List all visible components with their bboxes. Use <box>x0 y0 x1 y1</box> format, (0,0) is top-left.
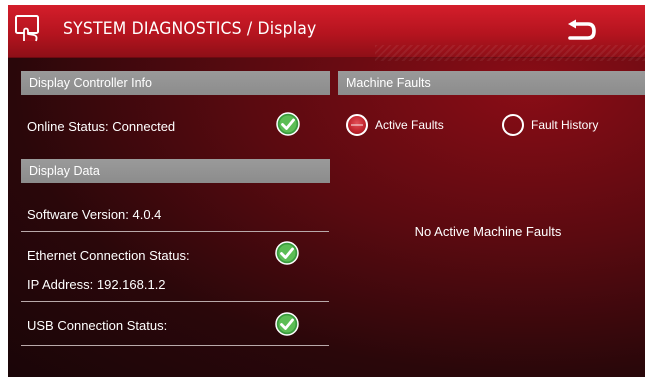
fault-history-radio-icon <box>502 114 524 136</box>
ip-address-label: IP Address: 192.168.1.2 <box>27 277 166 292</box>
header-bar: SYSTEM DIAGNOSTICS / Display <box>8 5 645 61</box>
active-faults-radio-icon <box>346 114 368 136</box>
divider-1 <box>21 231 329 232</box>
controller-info-header: Display Controller Info <box>21 71 330 95</box>
usb-status-label: USB Connection Status: <box>27 318 168 333</box>
divider-3 <box>21 345 329 346</box>
active-faults-label: Active Faults <box>375 118 444 132</box>
software-version-label: Software Version: 4.0.4 <box>27 207 162 222</box>
header-stripes <box>375 45 645 61</box>
return-arrow-icon[interactable] <box>564 19 598 43</box>
no-faults-message: No Active Machine Faults <box>414 224 562 239</box>
online-check-icon <box>276 112 300 136</box>
display-data-header: Display Data <box>21 159 330 183</box>
ethernet-status-label: Ethernet Connection Status: <box>27 248 190 263</box>
active-faults-radio[interactable]: Active Faults <box>346 114 444 136</box>
page-title: SYSTEM DIAGNOSTICS / Display <box>63 19 317 39</box>
ethernet-check-icon <box>275 241 299 265</box>
display-screen: SYSTEM DIAGNOSTICS / Display Display Con… <box>8 5 645 377</box>
online-status-label: Online Status: Connected <box>27 119 176 134</box>
touch-screen-icon[interactable] <box>14 14 44 42</box>
fault-history-label: Fault History <box>531 118 599 132</box>
fault-history-radio[interactable]: Fault History <box>502 114 598 136</box>
machine-faults-header: Machine Faults <box>338 71 645 95</box>
usb-check-icon <box>275 312 299 336</box>
divider-2 <box>21 301 329 302</box>
